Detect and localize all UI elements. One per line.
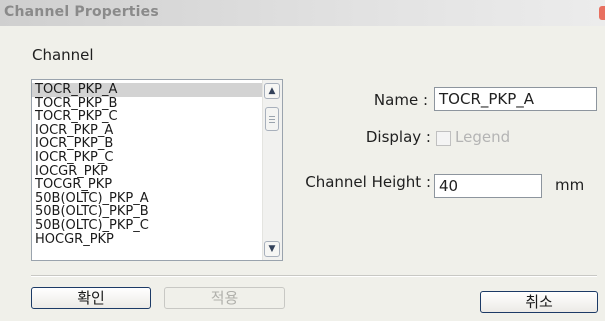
channel-height-label: Channel Height : <box>305 173 431 191</box>
name-label: Name : <box>373 91 428 109</box>
channel-list-item[interactable]: TOCR_PKP_A <box>32 83 262 97</box>
scroll-thumb[interactable] <box>265 107 279 131</box>
channel-section-label: Channel <box>32 46 94 64</box>
scroll-down-button[interactable]: ▼ <box>264 241 280 257</box>
channel-properties-dialog: Channel Properties Channel TOCR_PKP_A TOC… <box>0 0 605 321</box>
channel-list-item[interactable]: IOCR_PKP_C <box>32 151 262 165</box>
channel-list-item[interactable]: 50B(OLTC)_PKP_B <box>32 205 262 219</box>
grip-line <box>269 119 275 120</box>
listbox-scrollbar[interactable]: ▲ ▼ <box>262 80 282 260</box>
channel-listbox[interactable]: TOCR_PKP_A TOCR_PKP_B TOCR_PKP_C IOCR_PKP_A… <box>31 79 283 261</box>
channel-list-item[interactable]: IOCR_PKP_A <box>32 124 262 138</box>
grip-line <box>269 116 275 117</box>
cancel-button[interactable]: 취소 <box>480 291 598 313</box>
legend-checkbox[interactable] <box>436 131 451 146</box>
channel-list-item[interactable]: IOCR_PKP_B <box>32 137 262 151</box>
ok-button[interactable]: 확인 <box>31 287 151 309</box>
channel-list-item[interactable]: TOCR_PKP_C <box>32 110 262 124</box>
separator <box>31 275 597 277</box>
channel-list-item[interactable]: HOCGR_PKP <box>32 233 262 247</box>
channel-list-items: TOCR_PKP_A TOCR_PKP_B TOCR_PKP_C IOCR_PKP_A… <box>32 83 262 246</box>
channel-list-item[interactable]: TOCR_PKP_B <box>32 97 262 111</box>
chevron-up-icon: ▲ <box>268 86 276 96</box>
channel-height-field[interactable]: 40 <box>434 174 542 198</box>
apply-button[interactable]: 적용 <box>164 287 285 309</box>
channel-list-item[interactable]: TOCGR_PKP <box>32 178 262 192</box>
height-unit-label: mm <box>555 176 585 194</box>
scroll-up-button[interactable]: ▲ <box>264 83 280 99</box>
channel-list-item[interactable]: 50B(OLTC)_PKP_A <box>32 192 262 206</box>
name-field[interactable]: TOCR_PKP_A <box>434 87 597 111</box>
channel-list-item[interactable]: IOCGR_PKP <box>32 165 262 179</box>
legend-label: Legend <box>455 128 511 146</box>
display-label: Display : <box>365 128 431 146</box>
title-bar[interactable]: Channel Properties <box>0 0 605 26</box>
window-title: Channel Properties <box>4 4 159 20</box>
channel-list-item[interactable]: 50B(OLTC)_PKP_C <box>32 219 262 233</box>
close-button[interactable] <box>599 6 605 20</box>
chevron-down-icon: ▼ <box>268 244 276 254</box>
grip-line <box>269 122 275 123</box>
